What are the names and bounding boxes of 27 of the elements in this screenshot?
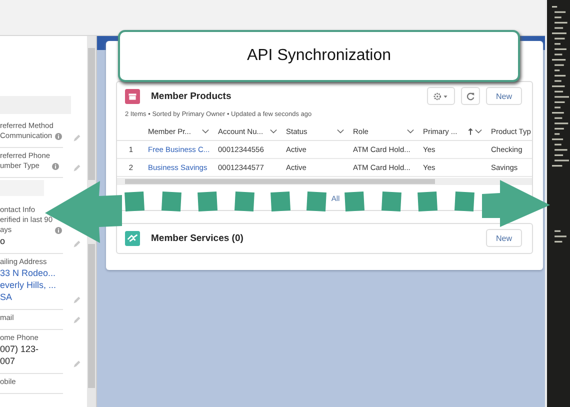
new-button[interactable]: New <box>486 87 522 105</box>
refresh-button[interactable] <box>460 87 480 105</box>
callout-text: API Synchronization <box>246 47 392 65</box>
scrollbar-thumb[interactable] <box>88 244 95 388</box>
chevron-down-icon[interactable] <box>407 129 414 134</box>
chevron-down-icon[interactable] <box>475 129 482 134</box>
field-value: 007) 123- 007 <box>0 343 40 367</box>
pencil-icon[interactable] <box>73 134 81 142</box>
chevron-down-icon[interactable] <box>202 129 209 134</box>
pencil-icon[interactable] <box>73 360 81 368</box>
horizontal-scrollbar[interactable] <box>117 178 532 185</box>
chevron-down-icon[interactable] <box>337 129 344 134</box>
pencil-icon[interactable] <box>73 240 81 248</box>
pencil-icon[interactable] <box>73 316 81 324</box>
pencil-icon[interactable] <box>73 164 81 172</box>
field-value: o <box>0 235 6 247</box>
new-button[interactable]: New <box>486 229 522 247</box>
chevron-down-icon[interactable] <box>270 129 277 134</box>
field-value[interactable]: 33 N Rodeo... everly Hills, ... SA <box>0 267 63 303</box>
gear-icon <box>432 92 450 100</box>
card-title: Member Products <box>151 90 232 102</box>
settings-menu-button[interactable] <box>426 87 455 105</box>
right-arrow-drawing <box>482 180 550 227</box>
pencil-icon[interactable] <box>73 296 81 304</box>
box-icon <box>125 88 140 104</box>
card-title: Member Services (0) <box>151 232 244 244</box>
refresh-icon <box>466 92 475 100</box>
